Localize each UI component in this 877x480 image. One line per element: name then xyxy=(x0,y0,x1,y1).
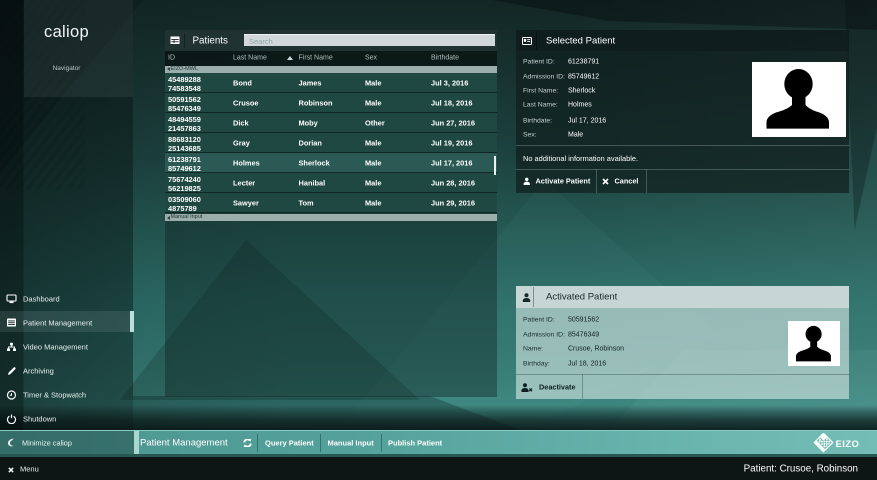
svg-text:EIZO: EIZO xyxy=(836,438,860,449)
